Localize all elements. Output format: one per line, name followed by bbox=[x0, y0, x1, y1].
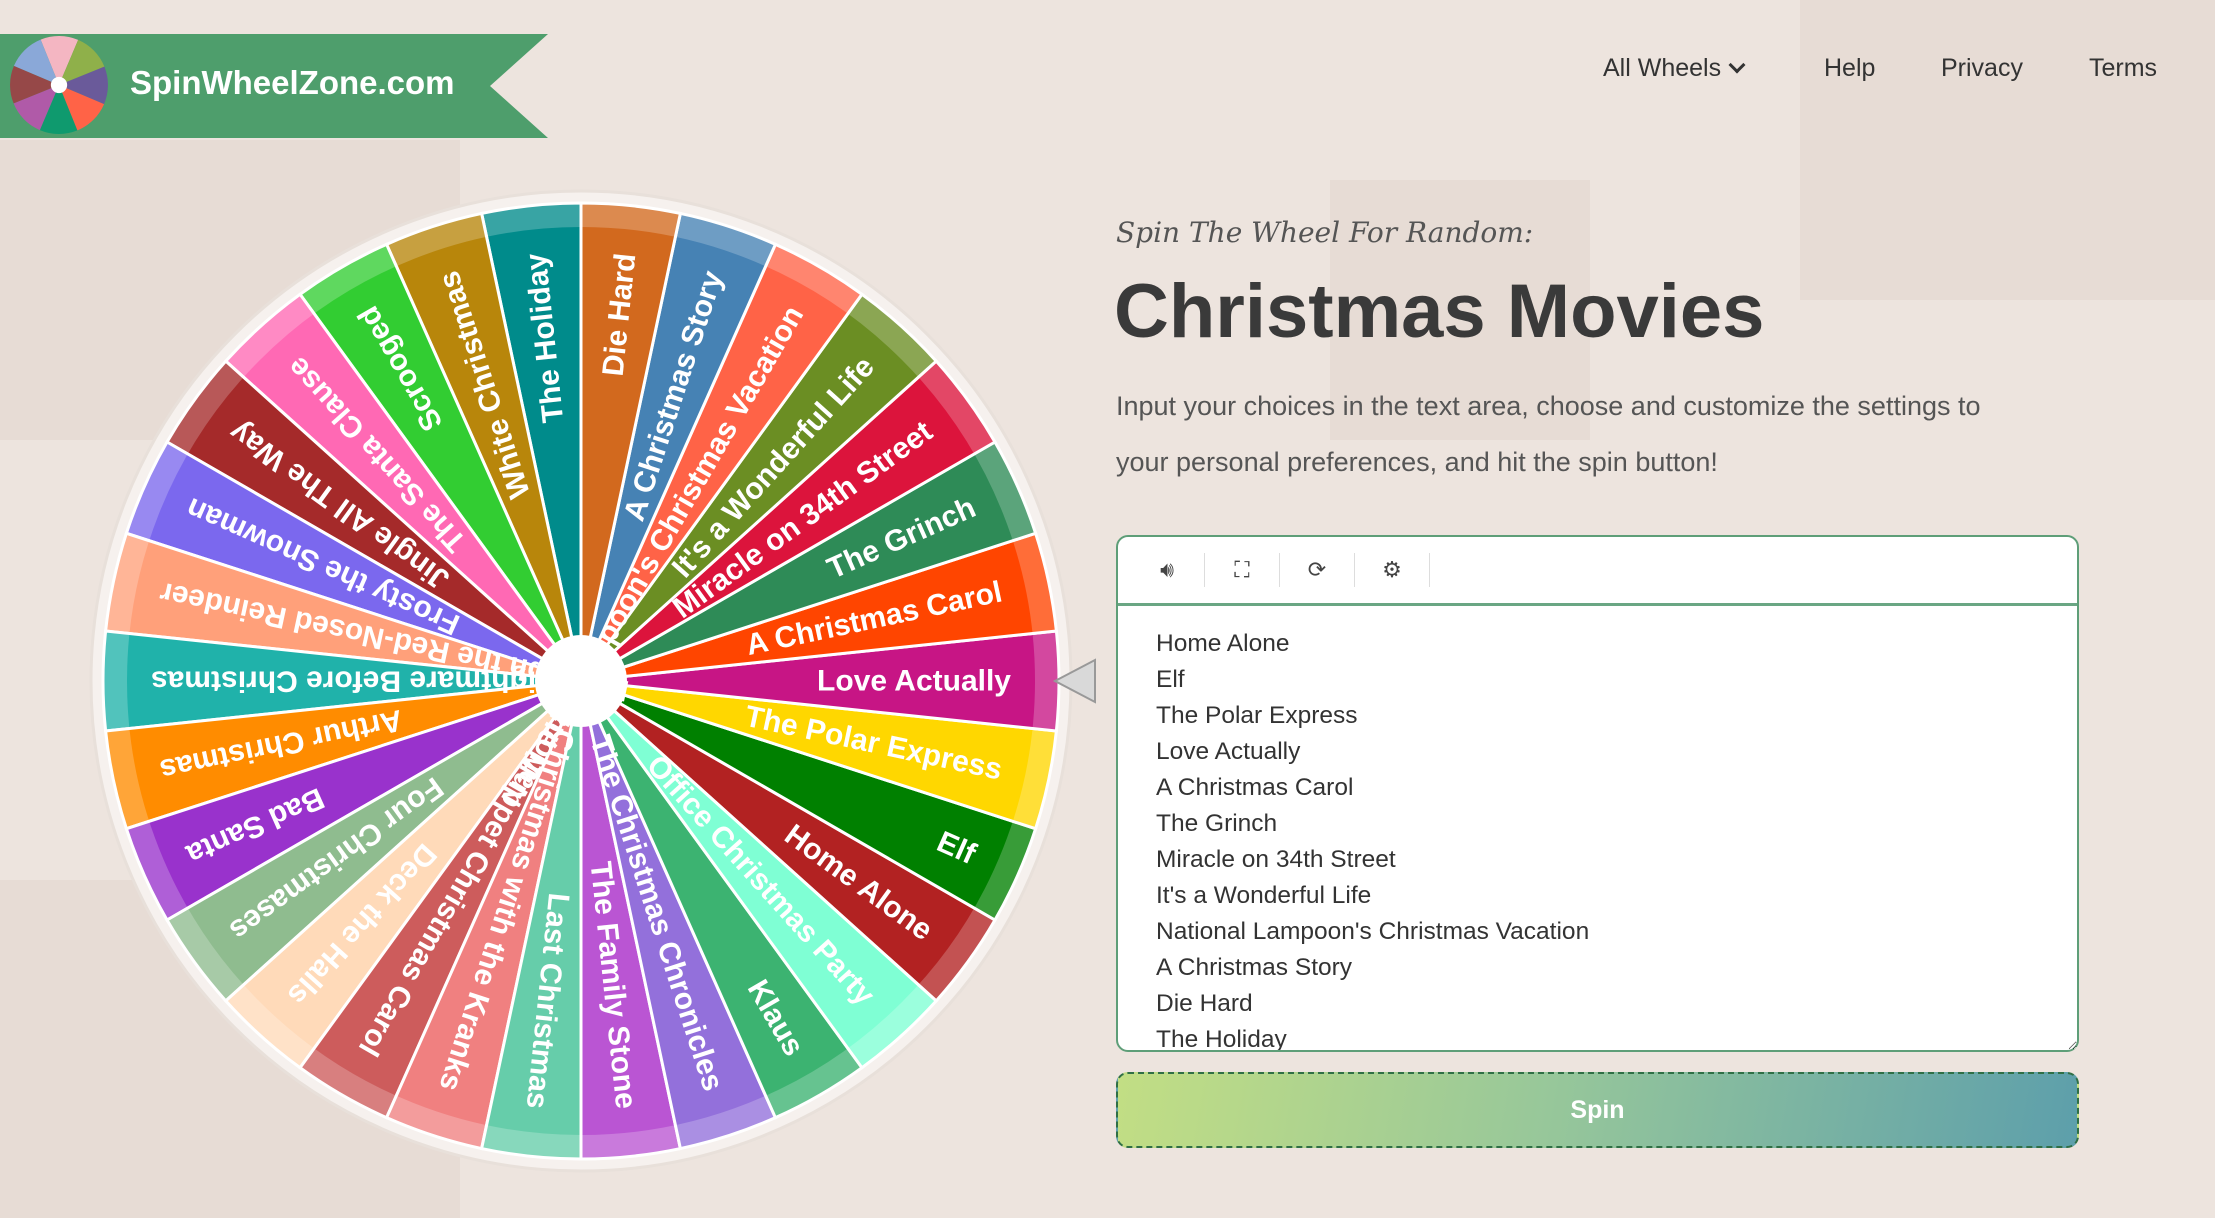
nav-privacy[interactable]: Privacy bbox=[1941, 54, 2023, 83]
wheel-segment-label: Love Actually bbox=[817, 665, 1011, 698]
fullscreen-icon[interactable]: ⛶ bbox=[1205, 553, 1280, 587]
gear-icon[interactable]: ⚙ bbox=[1355, 553, 1430, 587]
logo-wheel-hub bbox=[50, 76, 68, 94]
logo-wheel-icon[interactable] bbox=[8, 34, 110, 136]
wheel-pointer-icon bbox=[1053, 658, 1096, 704]
page-kicker: Spin The Wheel For Random: bbox=[1116, 216, 1534, 249]
choices-textarea[interactable] bbox=[1118, 606, 2077, 1050]
volume-icon[interactable]: 🔊︎ bbox=[1130, 553, 1205, 587]
spin-button[interactable]: Spin bbox=[1116, 1072, 2079, 1148]
refresh-icon[interactable]: ⟳ bbox=[1280, 553, 1355, 587]
nav-label: All Wheels bbox=[1603, 54, 1722, 82]
page-description: Input your choices in the text area, cho… bbox=[1116, 391, 1981, 477]
wheel-hub[interactable] bbox=[535, 635, 627, 727]
choices-panel: 🔊︎ ⛶ ⟳ ⚙ bbox=[1116, 535, 2079, 1052]
nav-terms[interactable]: Terms bbox=[2089, 54, 2157, 83]
panel-toolbar: 🔊︎ ⛶ ⟳ ⚙ bbox=[1118, 537, 2077, 606]
nav-all-wheels[interactable]: All Wheels bbox=[1603, 54, 1746, 83]
brand-name[interactable]: SpinWheelZone.com bbox=[130, 64, 455, 102]
page-title: Christmas Movies bbox=[1114, 269, 1765, 354]
spin-wheel[interactable]: Home AloneElfThe Polar ExpressLove Actua… bbox=[81, 181, 1081, 1181]
nav-help[interactable]: Help bbox=[1824, 54, 1875, 83]
chevron-down-icon bbox=[1728, 56, 1746, 74]
background-poster bbox=[1800, 0, 2215, 300]
